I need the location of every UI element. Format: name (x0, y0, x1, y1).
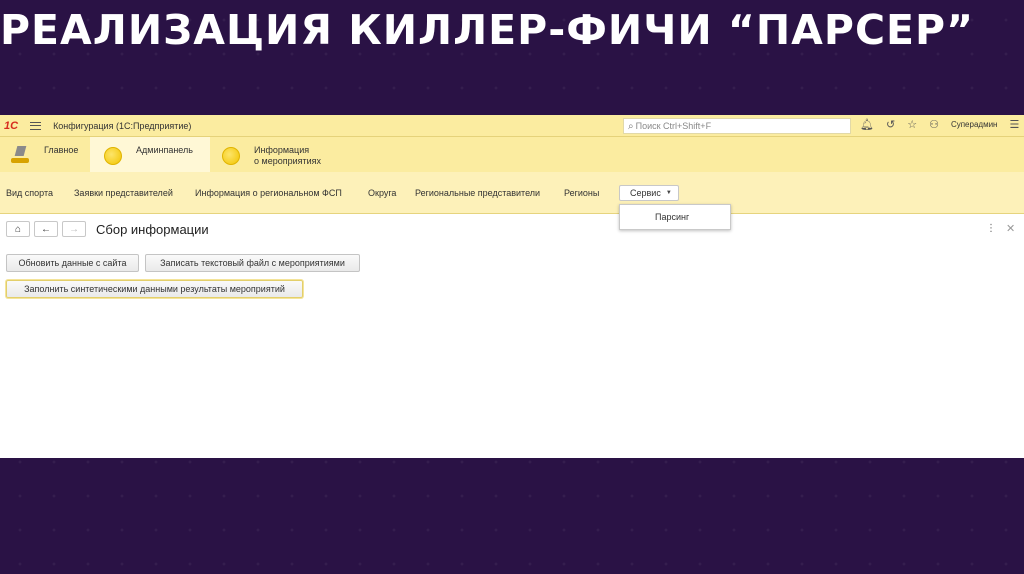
form-title: Сбор информации (96, 221, 209, 237)
slide-title: РЕАЛИЗАЦИЯ КИЛЛЕР-ФИЧИ “ПАРСЕР” (0, 6, 975, 54)
update-data-button[interactable]: Обновить данные с сайта (6, 254, 139, 272)
chevron-down-icon: ▼ (665, 190, 672, 196)
events-section-icon (222, 147, 240, 165)
nav-item-districts[interactable]: Округа (368, 188, 396, 198)
menu-burger-icon[interactable] (30, 121, 42, 130)
service-menu-button[interactable]: Сервис ▼ (619, 185, 679, 201)
section-adminpanel[interactable]: Админпанель (90, 137, 210, 172)
section-events-label-line1: Информация (254, 145, 310, 155)
section-navbar: Вид спорта Заявки представителей Информа… (0, 172, 1024, 214)
service-menu-label: Сервис (630, 188, 661, 198)
fill-synthetic-data-button[interactable]: Заполнить синтетическими данными результ… (6, 280, 303, 298)
home-section-icon (8, 145, 32, 163)
topbar-icons: 🔔︎ ↺ ☆ ⚇ Суперадмин ☰ (860, 118, 1019, 131)
write-text-file-button[interactable]: Записать текстовый файл с мероприятиями (145, 254, 360, 272)
app-title: Конфигурация (1С:Предприятие) (53, 120, 192, 131)
section-main[interactable]: Главное (0, 137, 90, 172)
section-adminpanel-label: Админпанель (136, 145, 193, 155)
arrow-right-icon: → (69, 223, 79, 235)
nav-item-regions[interactable]: Регионы (564, 188, 599, 198)
back-button[interactable]: ← (34, 221, 58, 237)
history-icon[interactable]: ↺ (886, 118, 895, 131)
section-main-label: Главное (44, 145, 79, 155)
user-icon[interactable]: ⚇ (929, 118, 939, 131)
user-name[interactable]: Суперадмин (951, 120, 998, 129)
arrow-left-icon: ← (41, 223, 51, 235)
sections-panel: Главное Админпанель Информация о меропри… (0, 137, 1024, 172)
nav-item-representative-requests[interactable]: Заявки представителей (74, 188, 173, 198)
home-icon: ⌂ (14, 223, 22, 235)
section-events-label-line2: о мероприятиях (254, 156, 322, 166)
logo-1c: 1С (4, 119, 19, 132)
nav-item-regional-representatives[interactable]: Региональные представители (415, 188, 540, 198)
form-header: ⌂ ← → Сбор информации (6, 220, 209, 238)
app-window: 1С Конфигурация (1С:Предприятие) ⌕ Поиск… (0, 115, 1024, 458)
search-placeholder: Поиск Ctrl+Shift+F (635, 121, 712, 131)
search-icon: ⌕ (628, 120, 634, 132)
search-input[interactable]: ⌕ Поиск Ctrl+Shift+F (623, 118, 851, 134)
bell-icon[interactable]: 🔔︎ (860, 118, 874, 131)
nav-item-sport-type[interactable]: Вид спорта (6, 188, 53, 198)
forward-button[interactable]: → (62, 221, 86, 237)
more-options-icon[interactable]: ⋮ (986, 223, 996, 234)
service-dropdown: Парсинг (619, 204, 731, 230)
section-events-label: Информация о мероприятиях (254, 145, 321, 167)
home-button[interactable]: ⌂ (6, 221, 30, 237)
section-events-info[interactable]: Информация о мероприятиях (210, 137, 350, 172)
nav-item-regional-fsp-info[interactable]: Информация о региональном ФСП (195, 188, 342, 198)
app-topbar: 1С Конфигурация (1С:Предприятие) ⌕ Поиск… (0, 115, 1024, 137)
star-icon[interactable]: ☆ (907, 118, 917, 131)
close-icon[interactable]: ✕ (1006, 222, 1015, 235)
adminpanel-section-icon (104, 147, 122, 165)
main-menu-icon[interactable]: ☰ (1009, 118, 1019, 131)
dropdown-item-parsing[interactable]: Парсинг (655, 212, 689, 222)
